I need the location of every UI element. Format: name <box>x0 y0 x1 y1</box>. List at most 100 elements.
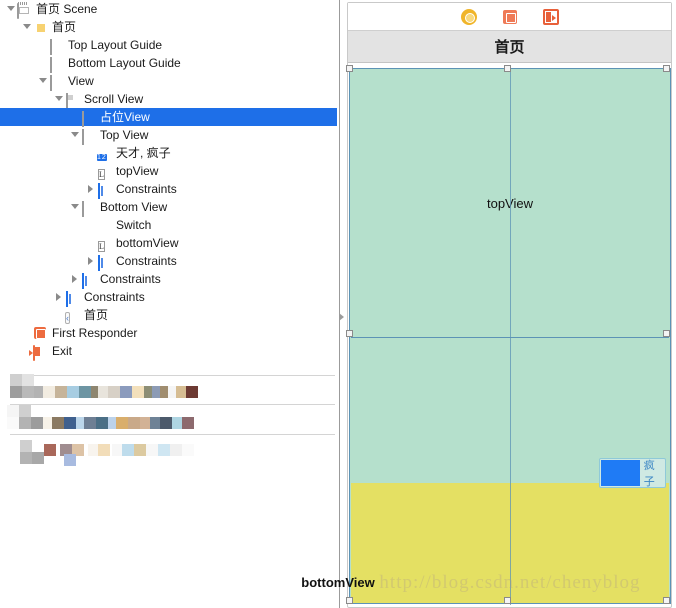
scene-dock[interactable] <box>348 3 671 31</box>
label-icon: L <box>98 169 105 180</box>
outline-row-label: Exit <box>52 344 73 358</box>
redacted-pixel-block <box>19 417 31 429</box>
switch-icon <box>97 218 112 232</box>
center-guide-line <box>510 69 511 605</box>
panel-splitter[interactable] <box>337 0 345 608</box>
outline-row[interactable]: Bottom Layout Guide <box>0 54 337 73</box>
outline-row-label: Constraints <box>100 272 161 286</box>
outline-row[interactable]: Top View <box>0 126 337 145</box>
redacted-pixel-block <box>7 417 19 429</box>
back-bar-button-icon: ‹ <box>65 312 70 324</box>
selection-handle-bottom-center[interactable] <box>504 597 511 604</box>
twisty-closed-icon[interactable] <box>86 180 97 198</box>
outline-row[interactable]: 占位View <box>0 108 337 127</box>
selection-handle-bottom-right[interactable] <box>663 597 670 604</box>
outline-row[interactable]: LtopView <box>0 162 337 180</box>
outline-row[interactable]: Constraints <box>0 288 337 307</box>
outline-row[interactable]: First Responder <box>0 324 337 342</box>
bottom-layout-guide-icon <box>49 56 64 73</box>
device-content-area[interactable]: topView 疯子 <box>349 68 671 605</box>
outline-row-label: Constraints <box>116 254 177 268</box>
view-controller-dock-icon[interactable] <box>460 8 477 25</box>
outline-row[interactable]: Constraints <box>0 252 337 271</box>
interface-builder-canvas[interactable]: 首页 topView 疯子 <box>345 0 676 608</box>
redacted-pixel-block <box>32 452 44 464</box>
redacted-pixel-block <box>44 444 56 456</box>
outline-row[interactable]: Constraints <box>0 180 337 199</box>
redacted-pixel-block <box>55 386 67 398</box>
document-outline-panel[interactable]: 首页 Scene 首页 Top Layout Guide Bottom Layout … <box>0 0 337 608</box>
twisty-closed-icon[interactable] <box>70 270 81 288</box>
outline-row-label: Bottom View <box>100 200 168 214</box>
redacted-pixel-block <box>52 417 64 429</box>
navigation-bar: 首页 <box>348 31 671 63</box>
selection-handle-mid-right[interactable] <box>663 330 670 337</box>
redacted-pixel-block <box>84 417 96 429</box>
outline-row[interactable]: LbottomView <box>0 234 337 252</box>
outline-row[interactable]: ‹ 首页 <box>0 306 337 324</box>
redacted-pixel-block <box>146 444 158 456</box>
outline-row-label: 首页 <box>52 20 77 34</box>
selection-handle-bottom-left[interactable] <box>346 597 353 604</box>
label-icon: L <box>98 241 105 252</box>
constraints-icon <box>97 182 112 199</box>
redacted-pixel-block <box>10 374 22 386</box>
constraints-icon <box>65 290 80 307</box>
twisty-closed-icon[interactable] <box>54 288 65 306</box>
outline-row[interactable]: 首页 <box>0 18 337 36</box>
redacted-pixel-block <box>43 386 55 398</box>
twisty-open-icon[interactable] <box>70 198 81 216</box>
outline-row[interactable]: 12 天才, 疯子 <box>0 144 337 162</box>
outline-row[interactable]: Top Layout Guide <box>0 36 337 55</box>
navigation-bar-title: 首页 <box>494 39 525 56</box>
exit-dock-icon[interactable] <box>542 8 559 25</box>
bottom-view-label: bottomView <box>301 575 375 590</box>
outline-row[interactable]: Constraints <box>0 270 337 289</box>
outline-row-label: Switch <box>116 218 152 232</box>
outline-row[interactable]: Scroll View <box>0 90 337 109</box>
scroll-view-icon <box>65 92 80 109</box>
twisty-open-icon[interactable] <box>22 18 33 36</box>
redacted-pixel-block <box>170 444 182 456</box>
outline-row-label: 占位View <box>100 110 150 124</box>
switch-knob[interactable] <box>601 460 640 486</box>
redacted-pixel-block <box>79 386 91 398</box>
xcode-storyboard-window: 首页 Scene 首页 Top Layout Guide Bottom Layout … <box>0 0 676 608</box>
selection-handle-top-center[interactable] <box>504 65 511 72</box>
outline-row-label: First Responder <box>52 326 138 340</box>
redacted-pixel-block <box>108 386 120 398</box>
redacted-pixel-block <box>182 417 194 429</box>
outline-row[interactable]: Bottom View <box>0 198 337 217</box>
first-responder-dock-icon[interactable] <box>502 9 518 25</box>
twisty-open-icon[interactable] <box>70 126 81 144</box>
redacted-pixel-block <box>19 405 31 417</box>
selection-handle-top-left[interactable] <box>346 65 353 72</box>
redacted-pixel-block <box>7 405 19 417</box>
outline-row[interactable]: 首页 Scene <box>0 0 337 19</box>
redacted-pixel-block <box>20 440 32 452</box>
outline-row[interactable]: Switch <box>0 216 337 234</box>
outline-row-label: topView <box>116 164 159 178</box>
outline-row[interactable]: View <box>0 72 337 91</box>
outline-row-label: 首页 Scene <box>36 2 98 16</box>
twisty-open-icon[interactable] <box>38 72 49 90</box>
redacted-pixel-block <box>64 417 76 429</box>
selection-handle-top-right[interactable] <box>663 65 670 72</box>
switch-control[interactable]: 疯子 <box>599 458 666 488</box>
twisty-open-icon[interactable] <box>6 0 17 18</box>
redacted-pixel-block <box>64 454 76 466</box>
outline-row[interactable]: Exit <box>0 342 337 361</box>
outline-row-label: Top View <box>100 128 149 142</box>
twisty-open-icon[interactable] <box>54 90 65 108</box>
outline-tree[interactable]: 首页 Scene 首页 Top Layout Guide Bottom Layout … <box>0 0 337 361</box>
twisty-closed-icon[interactable] <box>86 252 97 270</box>
segmented-control-icon: 12 <box>97 153 107 161</box>
selection-handle-mid-left[interactable] <box>346 330 353 337</box>
exit-icon <box>33 344 48 361</box>
redacted-pixel-block <box>10 386 22 398</box>
scroll-view[interactable]: topView <box>349 68 671 605</box>
